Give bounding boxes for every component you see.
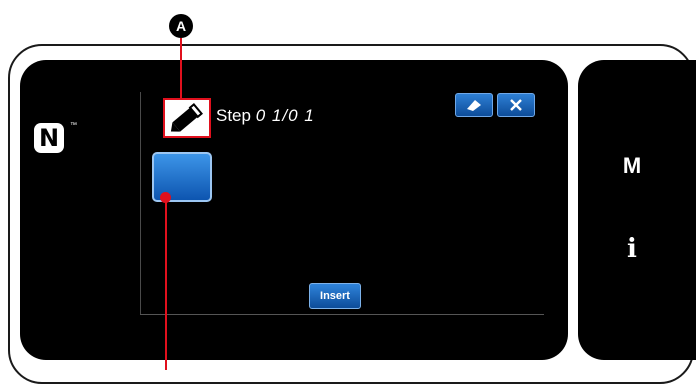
edit-mode-indicator <box>163 98 211 138</box>
eraser-icon <box>467 100 481 111</box>
step-prefix: Step <box>216 106 251 125</box>
callout-a-line <box>180 38 182 98</box>
nfc-icon: N <box>34 123 64 153</box>
callout-a-marker: A <box>169 14 193 38</box>
info-button[interactable]: i <box>612 234 652 264</box>
callout-b-line <box>165 196 167 370</box>
callout-b-dot <box>160 192 171 203</box>
step-indicator: Step 0 1/0 1 <box>216 106 315 126</box>
bottom-divider <box>140 314 544 315</box>
trademark-mark: ™ <box>70 122 77 129</box>
close-button[interactable] <box>497 93 535 117</box>
pencil-icon <box>170 102 203 132</box>
side-panel <box>578 60 696 360</box>
panel-divider <box>140 92 141 314</box>
mode-button[interactable]: M <box>612 153 652 179</box>
edit-button[interactable] <box>455 93 493 117</box>
step-counter: 0 1/0 1 <box>255 106 315 125</box>
close-icon <box>510 99 522 111</box>
insert-button[interactable]: Insert <box>309 283 361 309</box>
